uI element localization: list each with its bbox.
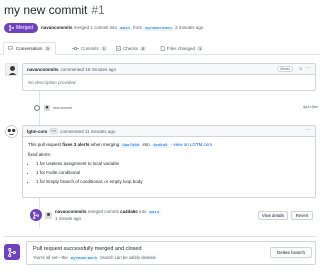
pr-meta: Merged navancommits merged 1 commit into… (4, 23, 203, 33)
meta-text: navancommits merged 1 commit into main f… (41, 25, 203, 31)
tab-commits[interactable]: Commits 1 (68, 42, 111, 55)
file-diff-icon (160, 46, 165, 51)
tab-label: Conversation (16, 46, 43, 51)
comment-header: lgtm-com bot commented 11 minutes ago ··… (23, 126, 315, 137)
comment-card: navancommits commented 18 minutes ago Ow… (22, 63, 316, 91)
view-details-button[interactable]: View details (258, 211, 288, 220)
summary-into: into (142, 142, 150, 147)
comment-author[interactable]: navancommits (27, 67, 59, 72)
commit-icon (34, 105, 40, 111)
merge-icon (9, 25, 14, 31)
bot-avatar[interactable] (5, 125, 18, 138)
summary-prefix: This pull request (28, 142, 62, 147)
lgtm-bot-icon (5, 125, 18, 138)
head-branch[interactable]: mynewbranch (143, 27, 174, 31)
summary-hash[interactable]: 9ae7960 (120, 144, 142, 148)
merge-author[interactable]: navancommits (55, 209, 87, 214)
pr-number: #1 (91, 3, 105, 17)
merge-status-panel: Pull request successfully merged and clo… (4, 236, 316, 270)
fixed-label: fixed alerts: (28, 152, 52, 157)
comment-body: This pull request fixes 3 alerts when me… (23, 137, 315, 193)
user-avatar-icon (6, 64, 17, 75)
comment-author[interactable]: lgtm-com (27, 129, 47, 134)
merge-time: 1 minute ago (55, 216, 82, 221)
merge-sub-branch[interactable]: mynewbranch (68, 257, 100, 261)
commit-icon (72, 46, 79, 51)
lgtm-link[interactable]: - view on LGTM.com (171, 142, 213, 147)
revert-button[interactable]: Revert (291, 211, 313, 220)
bot-comment-card: lgtm-com bot commented 11 minutes ago ··… (22, 125, 316, 198)
owner-badge: Owner (276, 66, 293, 72)
merge-commit[interactable]: ca4da6c (120, 209, 138, 214)
user-avatar-icon[interactable] (45, 211, 52, 219)
merge-subtitle: You're all set—the mynewbranch branch ca… (33, 255, 157, 261)
merge-event-text: navancommits merged commit ca4da6c into … (55, 208, 162, 222)
meta-from-text: from (133, 25, 143, 30)
alerts-summary: This pull request fixes 3 alerts when me… (28, 142, 310, 148)
comment-text: No description provided. (28, 80, 77, 85)
merge-box: Pull request successfully merged and clo… (26, 241, 316, 265)
merge-sub-prefix: You're all set—the (33, 255, 68, 260)
avatar[interactable] (5, 63, 18, 76)
tab-label: Commits (81, 46, 99, 51)
pr-title: my new commit (4, 3, 88, 17)
merge-text: merged commit (87, 208, 119, 214)
tab-label: Checks (123, 46, 139, 51)
merge-icon (30, 209, 42, 221)
tab-label: Files changed (167, 46, 196, 51)
comment-header: navancommits commented 18 minutes ago Ow… (23, 64, 315, 75)
merge-branch[interactable]: main (147, 210, 162, 215)
emoji-reaction-icon[interactable]: ☺ (298, 66, 303, 71)
status-badge: Merged (4, 23, 38, 33)
tab-conversation[interactable]: Conversation 0 (3, 42, 56, 55)
summary-base[interactable]: 4ed8d0 (150, 144, 170, 148)
comment-body: No description provided. (23, 75, 315, 90)
tab-checks[interactable]: Checks 0 (112, 42, 150, 55)
base-branch[interactable]: main (118, 27, 132, 31)
list-item: 1 for Useless assignment to local variab… (36, 161, 310, 166)
tab-count: 0 (44, 46, 51, 51)
alerts-list: 1 for Useless assignment to local variab… (36, 161, 310, 184)
status-label: Merged (16, 25, 33, 31)
comment-action: commented 18 minutes ago (60, 66, 117, 72)
bot-badge: bot (49, 128, 59, 134)
delete-branch-button[interactable]: Delete branch (270, 247, 312, 258)
summary-bold: fixes 3 alerts (62, 142, 90, 147)
commit-row: new commit ✓ 9a4c9be (33, 104, 318, 112)
meta-author[interactable]: navancommits (41, 25, 73, 30)
pr-tabs: Conversation 0 Commits 1 Checks 0 Files … (0, 42, 320, 55)
checks-icon (116, 46, 121, 51)
tab-files-changed[interactable]: Files changed 1 (156, 42, 207, 55)
user-avatar-icon (44, 105, 50, 111)
more-options-icon[interactable]: ··· (306, 127, 311, 133)
commit-message[interactable]: new commit (53, 106, 72, 110)
commit-sha[interactable]: 9a4c9be (303, 106, 318, 110)
list-item: 1 for Empty branch of conditional, or em… (36, 179, 310, 184)
merge-title: Pull request successfully merged and clo… (33, 246, 142, 252)
merge-icon (4, 244, 20, 260)
tab-count: 1 (197, 46, 204, 51)
comment-action: commented 11 minutes ago (60, 128, 116, 134)
more-options-icon[interactable]: ··· (306, 65, 311, 71)
tab-count: 0 (140, 46, 147, 51)
list-item: 1 for Futile conditional (36, 170, 310, 175)
meta-merged-text: merged 1 commit into (73, 25, 118, 30)
merge-into: into (139, 208, 147, 214)
tab-count: 1 (100, 46, 107, 51)
pr-title-row: my new commit #1 (4, 3, 105, 17)
summary-mid: when merging (90, 142, 120, 147)
meta-time: 2 minutes ago (175, 25, 204, 30)
conversation-icon (8, 46, 13, 51)
merge-sub-suffix: branch can be safely deleted. (100, 255, 157, 260)
